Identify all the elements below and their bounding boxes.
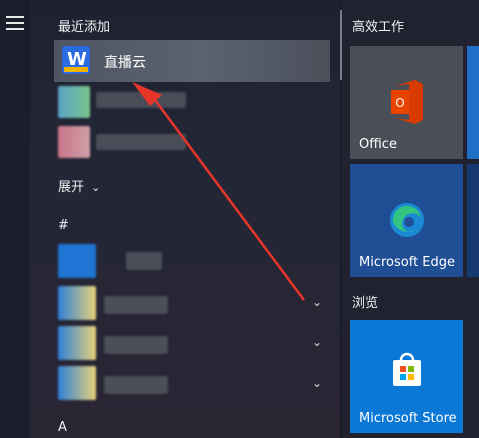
annotation-arrow-line [150,95,306,301]
annotation-arrow [132,82,306,301]
